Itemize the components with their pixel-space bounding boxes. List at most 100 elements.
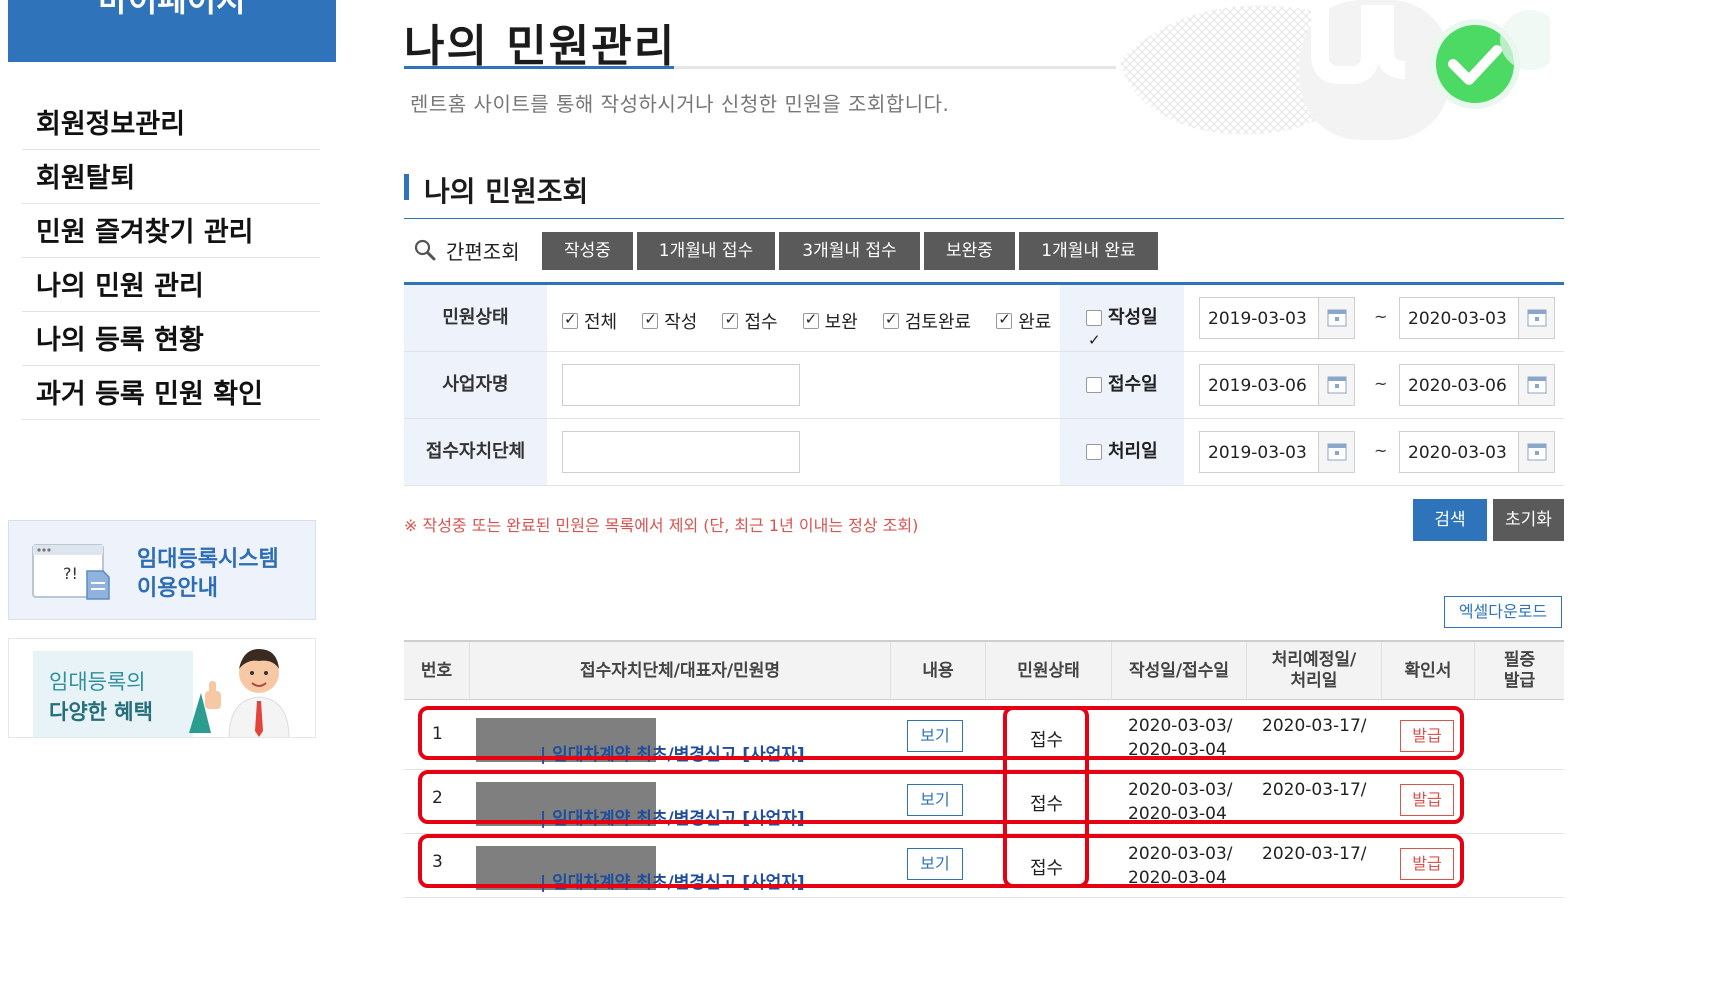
received-date: 2020-03-04 [1128,868,1227,888]
reset-button[interactable]: 초기화 [1493,499,1564,541]
calendar-icon[interactable] [1318,365,1354,405]
quick-btn-drafting[interactable]: 작성중 [542,232,633,270]
date-range-tilde: ~ [1374,307,1388,326]
sidebar-item-favorites[interactable]: 민원 즐겨찾기 관리 [22,204,320,258]
mypage-banner: 마이페이지 [8,0,336,62]
status-checkbox-draft[interactable]: 작성 [642,308,697,334]
svg-text:?!: ?! [63,564,78,583]
search-filter-table: 민원상태 전체 작성 접수 보완 검토완료 완료 작성일 2019-03-03 … [404,282,1564,486]
status-label: 민원상태 [404,285,547,351]
status-checkbox-supplement[interactable]: 보완 [802,308,858,334]
petition-name-link[interactable]: | 임대차계약 최초/변경신고 [사업자] [540,868,805,893]
agency-label: 접수자치단체 [404,419,547,485]
calendar-icon[interactable] [1318,432,1354,472]
written-received-dates: 2020-03-03/2020-03-04 [1128,714,1233,762]
checkbox-unchecked-icon [1086,444,1102,460]
status-checkbox-reviewed-label: 검토완료 [904,312,972,333]
benefits-banner[interactable]: 임대등록의 다양한 혜택 [8,638,316,738]
agency-input[interactable] [562,431,800,473]
date-processed-to[interactable]: 2020-03-03 [1399,431,1555,473]
check-badge-icon [1120,0,1550,140]
quick-btn-3month-received[interactable]: 3개월내 접수 [779,232,920,270]
sidebar-item-past-petitions[interactable]: 과거 등록 민원 확인 [22,366,320,420]
status-checkbox-group: 전체 작성 접수 보완 검토완료 완료 [562,308,1071,334]
written-received-dates: 2020-03-03/2020-03-04 [1128,842,1233,890]
status-checkbox-draft-label: 작성 [664,312,698,333]
date-processed-from[interactable]: 2019-03-03 [1199,431,1355,473]
quick-search-label: 간편조회 [414,232,539,270]
checkbox-checked-icon [802,310,819,329]
sidebar-item-member-info[interactable]: 회원정보관리 [22,96,320,150]
redacted-block [476,868,538,890]
date-processed-label: 처리일 [1108,441,1158,462]
date-processed-checkbox[interactable]: 처리일 [1086,419,1158,485]
status-checkbox-all[interactable]: 전체 [562,308,617,334]
section-divider [404,218,1564,219]
calendar-icon[interactable] [1518,365,1554,405]
quick-btn-1month-completed[interactable]: 1개월내 완료 [1019,232,1158,270]
guide-banner-line1: 임대등록시스템 [137,547,279,572]
guide-banner-text: 임대등록시스템 이용안내 [137,545,279,603]
written-date: 2020-03-03/ [1128,716,1233,736]
col-header-certificate: 확인서 [1382,642,1475,700]
business-name-input[interactable] [562,364,800,406]
checkbox-checked-icon [642,310,659,329]
status-checkbox-received[interactable]: 접수 [722,308,778,334]
view-button[interactable]: 보기 [907,848,963,880]
sidebar-item-my-registrations[interactable]: 나의 등록 현황 [22,312,320,366]
written-date: 2020-03-03/ [1128,844,1233,864]
calendar-icon[interactable] [1518,298,1554,338]
sidebar-item-withdraw[interactable]: 회원탈퇴 [22,150,320,204]
view-button[interactable]: 보기 [907,720,963,752]
guide-banner[interactable]: ?! 임대등록시스템 이용안내 [8,520,316,620]
date-received-checkbox[interactable]: 접수일 [1086,352,1158,418]
status-value: 접수 [1030,730,1064,751]
issue-certificate-button[interactable]: 발급 [1400,720,1454,752]
status-checkbox-all-label: 전체 [584,312,618,333]
search-icon [414,239,436,261]
sidebar-item-my-petitions[interactable]: 나의 민원 관리 [22,258,320,312]
issue-certificate-button[interactable]: 발급 [1400,784,1454,816]
quick-btn-supplementing[interactable]: 보완중 [924,232,1015,270]
calendar-icon[interactable] [1518,432,1554,472]
checkbox-checked-icon [996,310,1013,329]
date-written-to[interactable]: 2020-03-03 [1399,297,1555,339]
calendar-icon[interactable] [1318,298,1354,338]
checkbox-checked-icon [562,310,578,329]
date-received-header: 접수일 [1060,352,1184,418]
date-range-tilde: ~ [1374,374,1388,393]
checkbox-checked-icon [722,310,739,329]
col-header-no: 번호 [404,642,470,700]
benefits-banner-line2: 다양한 혜택 [49,700,153,724]
table-header: 번호 접수자치단체/대표자/민원명 내용 민원상태 작성일/접수일 처리예정일/… [404,640,1564,700]
status-checkbox-completed[interactable]: 완료 [996,308,1051,334]
page-title: 나의 민원관리 [404,21,677,72]
row-number: 1 [432,724,443,744]
search-button[interactable]: 검색 [1413,499,1487,541]
petition-name-link[interactable]: | 임대차계약 최초/변경신고 [사업자] [540,740,805,765]
date-received-from[interactable]: 2019-03-06 [1199,364,1355,406]
date-processed-from-value: 2019-03-03 [1208,443,1307,463]
sidebar-menu: 회원정보관리 회원탈퇴 민원 즐겨찾기 관리 나의 민원 관리 나의 등록 현황… [22,96,320,420]
business-label: 사업자명 [404,352,547,418]
person-thumbs-up-icon [189,649,290,737]
date-written-from-value: 2019-03-03 [1208,309,1307,329]
date-received-to[interactable]: 2020-03-06 [1399,364,1555,406]
filter-notice: ※ 작성중 또는 완료된 민원은 목록에서 제외 (단, 최근 1년 이내는 정… [404,516,919,535]
date-written-checkbox[interactable]: 작성일 [1086,285,1158,373]
checkbox-unchecked-icon [1086,377,1102,393]
quick-btn-1month-received[interactable]: 1개월내 접수 [637,232,775,270]
status-value: 접수 [1030,858,1064,879]
received-date: 2020-03-04 [1128,740,1227,760]
excel-download-button[interactable]: 엑셀다운로드 [1444,596,1562,628]
petition-name-link[interactable]: | 임대차계약 최초/변경신고 [사업자] [540,804,805,829]
filter-row-agency: 접수자치단체 처리일 2019-03-03 ~ 2020-03-03 [404,419,1564,486]
issue-certificate-button[interactable]: 발급 [1400,848,1454,880]
checkbox-checked-icon [1086,307,1102,373]
status-checkbox-received-label: 접수 [744,312,778,333]
status-checkbox-completed-label: 완료 [1018,312,1052,333]
received-date: 2020-03-04 [1128,804,1227,824]
view-button[interactable]: 보기 [907,784,963,816]
status-checkbox-reviewed[interactable]: 검토완료 [882,308,972,334]
date-written-from[interactable]: 2019-03-03 [1199,297,1355,339]
